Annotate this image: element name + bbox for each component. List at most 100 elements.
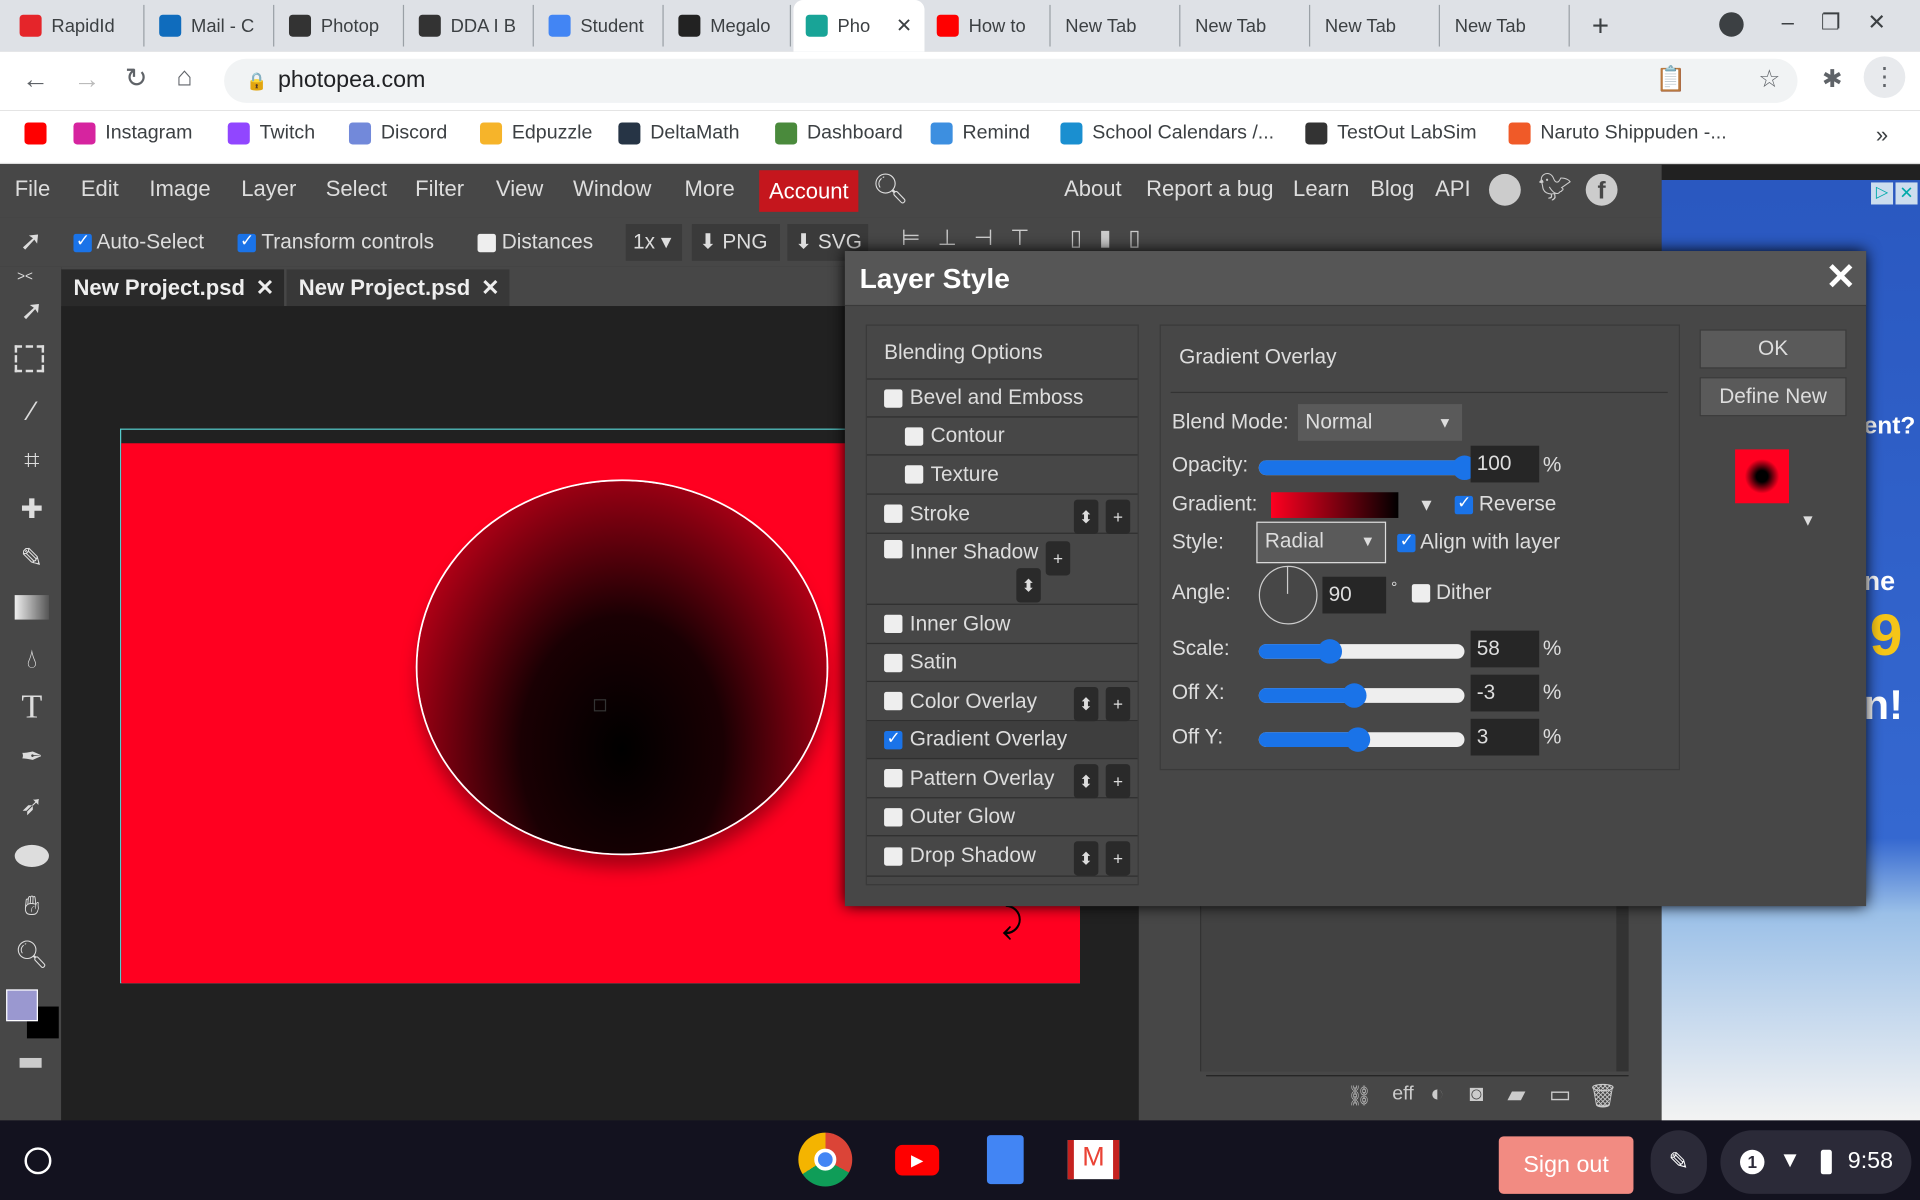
menu-icon[interactable]: ⋮ — [1863, 56, 1906, 98]
menu-view[interactable]: View — [496, 176, 543, 202]
offset-x-slider[interactable] — [1258, 683, 1465, 708]
add-icon[interactable]: + — [1105, 686, 1131, 722]
distances-checkbox[interactable]: Distances — [477, 230, 593, 254]
extensions-icon[interactable]: ✱ — [1822, 64, 1843, 95]
star-icon[interactable]: ☆ — [1758, 64, 1780, 95]
back-icon[interactable]: ← — [22, 64, 49, 96]
style-checkbox[interactable] — [884, 807, 903, 826]
browser-tab[interactable]: Student — [536, 4, 664, 47]
ellipse-tool-icon[interactable] — [14, 844, 49, 867]
align-with-layer-checkbox[interactable]: Align with layer — [1397, 530, 1560, 554]
new-layer-icon[interactable]: ▭ — [1549, 1081, 1571, 1109]
bookmark[interactable] — [24, 122, 47, 145]
quick-mask-icon[interactable] — [19, 1057, 42, 1068]
link-learn[interactable]: Learn — [1293, 176, 1349, 202]
type-tool-icon[interactable]: T — [15, 690, 49, 725]
close-icon[interactable]: ✕ — [481, 269, 499, 306]
ok-button[interactable]: OK — [1699, 329, 1847, 369]
link-icon[interactable]: ⛓ — [1347, 1084, 1372, 1108]
magic-wand-icon[interactable]: ⁄ — [15, 394, 49, 428]
bookmark[interactable]: Instagram — [73, 122, 192, 145]
export-png-button[interactable]: ⬇ PNG — [691, 224, 781, 261]
browser-tab[interactable]: Photop — [277, 4, 405, 47]
sign-out-button[interactable]: Sign out — [1498, 1136, 1634, 1194]
add-icon[interactable]: + — [1045, 541, 1071, 576]
menu-window[interactable]: Window — [573, 176, 651, 202]
link-about[interactable]: About — [1064, 176, 1122, 202]
zoom-tool-icon[interactable]: 🔍︎ — [15, 938, 49, 972]
reverse-checkbox[interactable]: Reverse — [1454, 492, 1556, 516]
offset-x-input[interactable]: -3 — [1470, 674, 1540, 712]
menu-select[interactable]: Select — [326, 176, 387, 202]
search-icon[interactable]: 🔍︎ — [872, 171, 909, 207]
link-api[interactable]: API — [1435, 176, 1471, 202]
bookmark[interactable]: Naruto Shippuden -... — [1508, 122, 1727, 145]
adjustment-icon[interactable]: ◐ — [1430, 1081, 1444, 1108]
collapse-icon[interactable]: >< — [17, 269, 33, 284]
style-select[interactable]: Radial ▼ — [1256, 521, 1387, 564]
browser-tab[interactable]: Pho ✕ — [793, 0, 925, 52]
youtube-icon[interactable]: ▶ — [895, 1144, 940, 1176]
style-checkbox[interactable] — [904, 465, 924, 484]
define-new-button[interactable]: Define New — [1699, 377, 1847, 417]
trash-icon[interactable]: 🗑︎ — [1588, 1081, 1618, 1110]
adchoices-icon[interactable]: ▷ — [1871, 182, 1894, 205]
scrollbar[interactable] — [1616, 906, 1629, 1072]
reddit-icon[interactable] — [1488, 173, 1521, 206]
style-item[interactable]: Bevel and Emboss — [866, 380, 1138, 418]
browser-tab[interactable]: How to — [924, 4, 1051, 47]
style-checkbox[interactable] — [884, 614, 903, 634]
style-checkbox[interactable] — [884, 540, 903, 559]
docs-icon[interactable] — [986, 1135, 1024, 1185]
stylus-icon[interactable]: ✎ — [1650, 1130, 1707, 1194]
browser-tab[interactable]: New Tab — [1313, 4, 1441, 47]
folder-icon[interactable]: ▰ — [1507, 1081, 1525, 1109]
style-checkbox[interactable] — [904, 426, 924, 446]
menu-edit[interactable]: Edit — [81, 176, 119, 202]
close-icon[interactable]: ✕ — [1826, 256, 1857, 299]
close-icon[interactable]: ✕ — [896, 13, 912, 37]
marquee-tool-icon[interactable] — [14, 345, 45, 373]
chrome-icon[interactable] — [798, 1132, 853, 1187]
style-checkbox[interactable] — [884, 653, 903, 672]
browser-tab[interactable]: DDA I B — [407, 4, 534, 47]
bookmark[interactable]: Edpuzzle — [480, 122, 592, 145]
style-item[interactable]: Gradient Overlay — [866, 721, 1138, 760]
mask-icon[interactable]: ◙ — [1469, 1081, 1483, 1108]
opacity-input[interactable]: 100 — [1470, 445, 1540, 483]
pen-tool-icon[interactable]: ✒ — [15, 740, 49, 774]
style-item[interactable]: Inner Shadow — [866, 534, 1138, 605]
menu-layer[interactable]: Layer — [241, 176, 296, 202]
home-icon[interactable]: ⌂ — [176, 61, 192, 93]
system-tray[interactable]: 1 ▼ 9:58 — [1720, 1130, 1912, 1194]
reorder-icon[interactable]: ⬍ — [1073, 686, 1099, 722]
link-blog[interactable]: Blog — [1370, 176, 1414, 202]
blur-tool-icon[interactable]: 💧︎ — [15, 642, 49, 676]
reload-icon[interactable]: ↻ — [125, 62, 148, 94]
gradient-tool-icon[interactable] — [14, 595, 49, 620]
layers-list[interactable] — [1200, 906, 1629, 1072]
style-checkbox[interactable] — [884, 388, 903, 408]
transform-controls-checkbox[interactable]: Transform controls — [237, 230, 434, 254]
facebook-icon[interactable]: f — [1585, 173, 1618, 206]
gmail-icon[interactable]: M — [1067, 1140, 1120, 1180]
doc-tab[interactable]: New Project.psd ✕ — [286, 269, 510, 307]
preview-dropdown-icon[interactable]: ▼ — [1800, 511, 1816, 529]
browser-tab[interactable]: Megalo — [666, 4, 792, 47]
bookmark[interactable]: Remind — [930, 122, 1030, 145]
more-bookmarks-button[interactable]: » — [1876, 122, 1888, 148]
style-item[interactable]: Satin — [866, 644, 1138, 683]
transform-center[interactable] — [593, 699, 607, 712]
bookmark[interactable]: TestOut LabSim — [1305, 122, 1477, 145]
opacity-slider[interactable] — [1258, 455, 1477, 481]
reorder-icon[interactable]: ⬍ — [1016, 568, 1041, 603]
healing-tool-icon[interactable]: ✚ — [15, 492, 49, 526]
style-item[interactable]: Texture — [866, 456, 1138, 495]
style-checkbox[interactable] — [884, 727, 903, 749]
style-item[interactable]: Outer Glow — [866, 798, 1138, 837]
tab-search-icon[interactable] — [1719, 12, 1744, 37]
dither-checkbox[interactable]: Dither — [1411, 580, 1492, 604]
doc-tab[interactable]: New Project.psd ✕ — [61, 269, 285, 307]
offset-y-input[interactable]: 3 — [1470, 718, 1540, 756]
style-checkbox[interactable] — [884, 504, 903, 523]
